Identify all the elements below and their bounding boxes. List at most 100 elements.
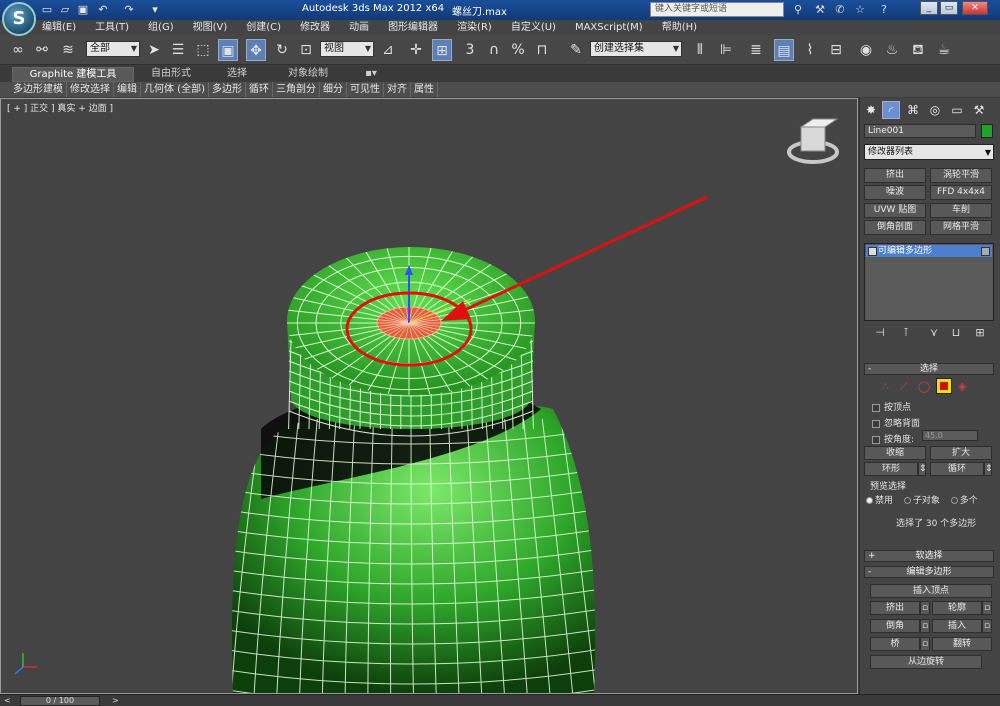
extrude-settings-button[interactable]: ▫ xyxy=(920,601,930,615)
panel-properties[interactable]: 属性 xyxy=(411,82,438,97)
viewcube-icon[interactable] xyxy=(787,118,839,164)
outline-button[interactable]: 轮廓 xyxy=(932,601,982,615)
element-mode-icon[interactable]: ◈ xyxy=(958,380,966,393)
menu-graph-editors[interactable]: 图形编辑器 xyxy=(388,20,438,35)
menu-tools[interactable]: 工具(T) xyxy=(95,20,129,35)
border-mode-icon[interactable]: ◯ xyxy=(918,380,930,393)
window-crossing-icon[interactable]: ▣ xyxy=(218,39,238,61)
material-editor-icon[interactable]: ◉ xyxy=(856,39,876,61)
menu-edit[interactable]: 编辑(E) xyxy=(42,20,76,35)
select-and-rotate-icon[interactable]: ↻ xyxy=(272,39,292,61)
binoculars-icon[interactable]: ⚲ xyxy=(790,2,806,18)
inset-settings-button[interactable]: ▫ xyxy=(982,619,992,633)
open-file-icon[interactable]: ▱ xyxy=(58,3,72,17)
bevel-button[interactable]: 倒角 xyxy=(870,619,920,633)
modify-tab-icon[interactable]: ◜ xyxy=(882,101,900,119)
undo-icon[interactable]: ↶ xyxy=(96,3,110,17)
menu-modifiers[interactable]: 修改器 xyxy=(300,20,330,35)
show-end-result-icon[interactable]: ⊺ xyxy=(898,326,914,340)
time-prev-button[interactable]: < xyxy=(4,696,16,706)
panel-polygon-modeling[interactable]: 多边形建模 xyxy=(10,82,67,97)
link-icon[interactable]: ∞ xyxy=(8,39,28,61)
by-angle-checkbox[interactable]: 按角度: xyxy=(872,432,914,445)
outline-settings-button[interactable]: ▫ xyxy=(982,601,992,615)
panel-loops[interactable]: 循环 xyxy=(246,82,273,97)
close-button[interactable]: ✕ xyxy=(962,1,988,15)
ring-button[interactable]: 环形 xyxy=(864,462,918,476)
subscription-icon[interactable]: ⚒ xyxy=(812,2,828,18)
viewport-front[interactable]: [ + ] 正交 ] 真实 + 边面 ] xyxy=(0,98,858,694)
select-object-icon[interactable]: ➤ xyxy=(144,39,164,61)
panel-geometry-all[interactable]: 几何体 (全部) xyxy=(141,82,209,97)
tab-graphite-modeling[interactable]: Graphite 建模工具 xyxy=(12,67,134,82)
rollout-edit-polygons-header[interactable]: - 编辑多边形 xyxy=(864,566,994,578)
modifier-turbosmooth-button[interactable]: 涡轮平滑 xyxy=(930,168,992,183)
redo-icon[interactable]: ↷ xyxy=(122,3,136,17)
named-selection-dropdown[interactable]: 创建选择集 xyxy=(590,41,682,57)
rollout-selection-header[interactable]: - 选择 xyxy=(864,363,994,375)
modifier-list-dropdown[interactable]: 修改器列表 xyxy=(864,144,994,160)
modifier-uvw-map-button[interactable]: UVW 贴图 xyxy=(864,203,926,218)
menu-create[interactable]: 创建(C) xyxy=(246,20,281,35)
rendered-frame-icon[interactable]: ⛾ xyxy=(908,39,928,61)
configure-sets-icon[interactable]: ⊞ xyxy=(972,326,988,340)
object-color-swatch[interactable] xyxy=(981,124,993,138)
manipulate-icon[interactable]: ✛ xyxy=(406,39,426,61)
modifier-extrude-button[interactable]: 挤出 xyxy=(864,168,926,183)
panel-polygons[interactable]: 多边形 xyxy=(209,82,246,97)
bind-space-warp-icon[interactable]: ≋ xyxy=(58,39,78,61)
ribbon-options-icon[interactable]: ▪▾ xyxy=(360,67,382,82)
selection-filter-dropdown[interactable]: 全部 xyxy=(86,41,140,57)
ring-spinner[interactable]: ⇕ xyxy=(918,462,927,476)
loop-spinner[interactable]: ⇕ xyxy=(984,462,993,476)
menu-group[interactable]: 组(G) xyxy=(148,20,174,35)
layer-manager-icon[interactable]: ≣ xyxy=(746,39,766,61)
angle-value-field[interactable]: 45.0 xyxy=(922,430,978,441)
menu-views[interactable]: 视图(V) xyxy=(193,20,228,35)
vertex-mode-icon[interactable]: ∴ xyxy=(882,380,889,393)
object-name-field[interactable]: Line001 xyxy=(864,124,976,138)
reference-coordinate-dropdown[interactable]: 视图 xyxy=(320,41,374,57)
schematic-view-icon[interactable]: ⊟ xyxy=(826,39,846,61)
inset-button[interactable]: 插入 xyxy=(932,619,982,633)
time-slider[interactable]: 0 / 100 xyxy=(20,696,100,706)
communication-icon[interactable]: ✆ xyxy=(832,2,848,18)
modifier-ffd-button[interactable]: FFD 4x4x4 xyxy=(930,185,992,200)
pin-stack-icon[interactable]: ⊣ xyxy=(872,326,888,340)
hinge-from-edge-button[interactable]: 从边旋转 xyxy=(870,655,982,669)
pivot-center-icon[interactable]: ⊿ xyxy=(378,39,398,61)
preview-subobject-radio[interactable]: 子对象 xyxy=(903,496,940,506)
stack-item-editable-poly[interactable]: 可编辑多边形 xyxy=(866,245,992,257)
quick-access-dropdown-icon[interactable]: ▾ xyxy=(148,3,162,17)
spinner-snap-icon[interactable]: ⊓ xyxy=(532,39,552,61)
bottle-body-mesh[interactable] xyxy=(221,387,601,694)
grow-button[interactable]: 扩大 xyxy=(930,446,992,460)
remove-modifier-icon[interactable]: ⊔ xyxy=(948,326,964,340)
save-file-icon[interactable]: ▣ xyxy=(76,3,90,17)
loop-button[interactable]: 循环 xyxy=(930,462,984,476)
edge-mode-icon[interactable]: ⟋ xyxy=(900,380,908,394)
preview-off-radio[interactable]: 禁用 xyxy=(866,496,893,506)
render-setup-icon[interactable]: ♨ xyxy=(882,39,902,61)
select-and-move-icon[interactable]: ✥ xyxy=(246,39,266,61)
polygon-mode-icon[interactable] xyxy=(936,378,952,394)
panel-tris[interactable]: 三角剖分 xyxy=(273,82,320,97)
shrink-button[interactable]: 收缩 xyxy=(864,446,926,460)
extrude-button[interactable]: 挤出 xyxy=(870,601,920,615)
panel-visibility[interactable]: 可见性 xyxy=(347,82,384,97)
menu-maxscript[interactable]: MAXScript(M) xyxy=(575,20,643,35)
edit-named-selection-icon[interactable]: ✎ xyxy=(566,39,586,61)
flip-button[interactable]: 翻转 xyxy=(932,637,992,651)
favorites-icon[interactable]: ☆ xyxy=(852,2,868,18)
by-vertex-checkbox[interactable]: 按顶点 xyxy=(872,400,911,413)
tab-selection[interactable]: 选择 xyxy=(214,67,260,82)
menu-help[interactable]: 帮助(H) xyxy=(662,20,697,35)
new-file-icon[interactable]: ▭ xyxy=(40,3,54,17)
modifier-bevel-profile-button[interactable]: 倒角剖面 xyxy=(864,220,926,235)
help-icon[interactable]: ? xyxy=(876,2,892,18)
tab-object-paint[interactable]: 对象绘制 xyxy=(280,67,336,82)
panel-align[interactable]: 对齐 xyxy=(384,82,411,97)
display-tab-icon[interactable]: ▭ xyxy=(948,101,966,119)
unlink-icon[interactable]: ⚯ xyxy=(32,39,52,61)
mirror-icon[interactable]: ⫴ xyxy=(690,39,710,61)
